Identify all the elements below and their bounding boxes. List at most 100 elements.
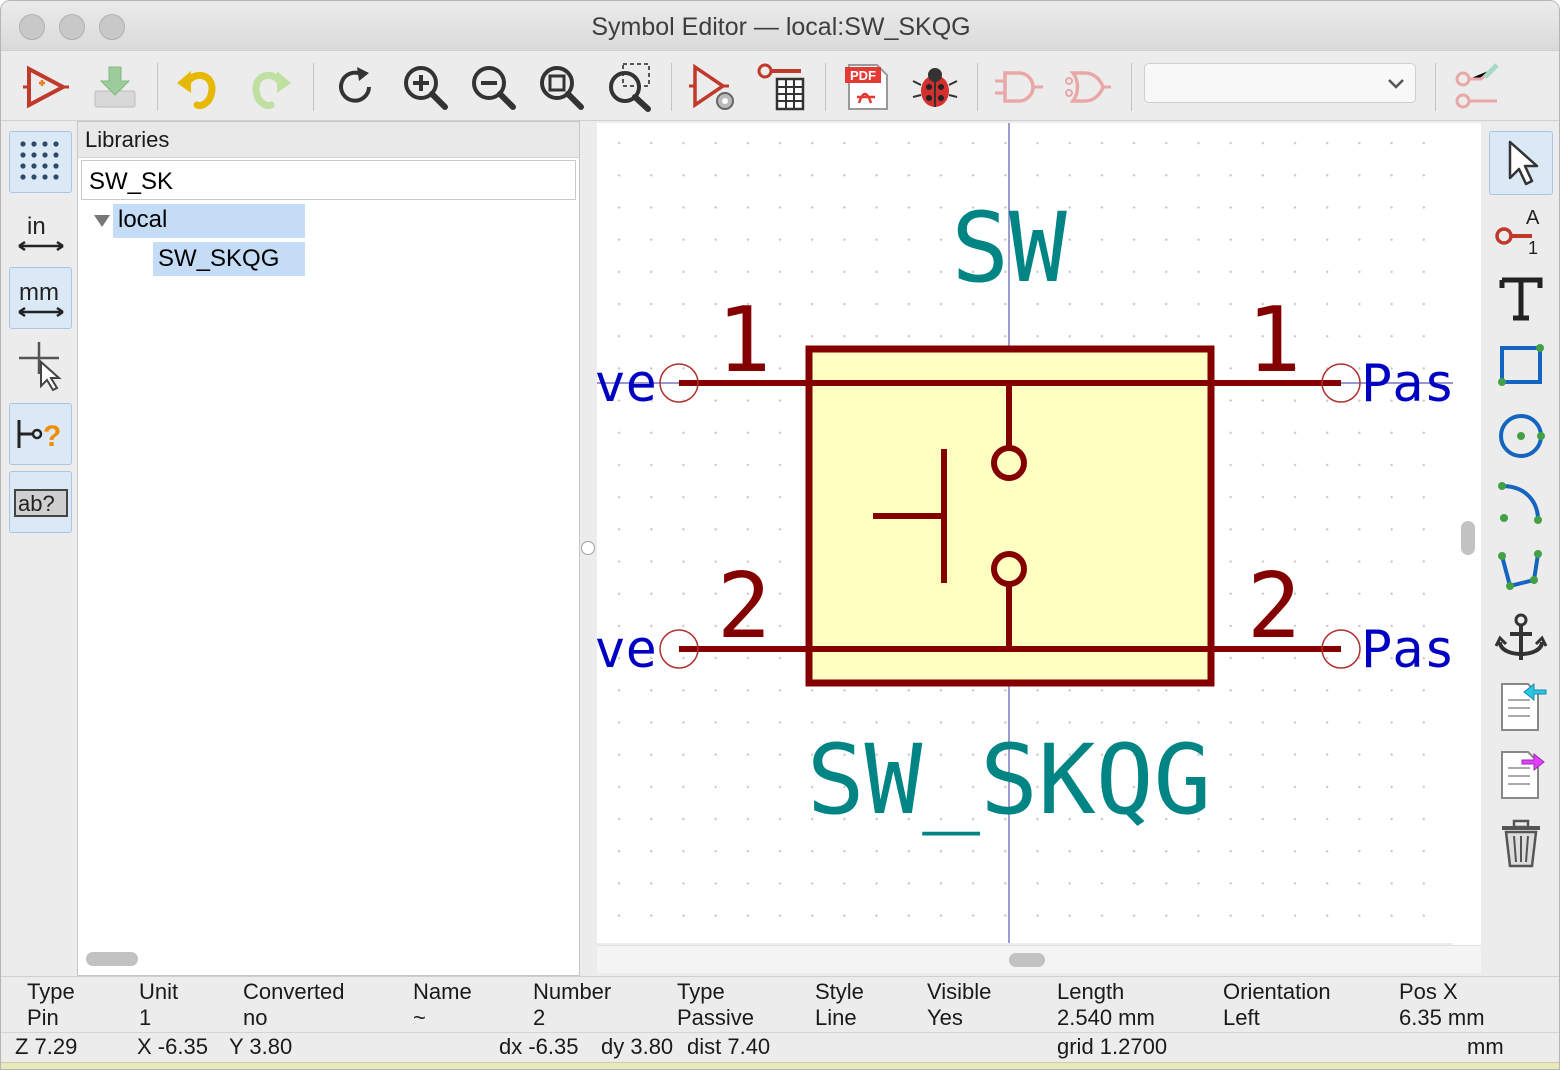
demorgan-normal-icon [995, 71, 1043, 103]
grid-icon [19, 141, 59, 180]
import-icon [1501, 682, 1547, 731]
msg-value: Left [1223, 1005, 1260, 1030]
msg-value: Line [815, 1005, 857, 1030]
pin-number-left-bottom: 2 [717, 554, 771, 659]
libraries-panel: Libraries SW_SK local SW_SKQG [77, 121, 580, 976]
pin-number-right-bottom: 2 [1247, 554, 1301, 659]
add-text-button[interactable] [1489, 267, 1553, 331]
pin-name-left-top: ve [597, 354, 657, 414]
erc-button[interactable] [907, 59, 963, 115]
svg-text:1: 1 [1528, 238, 1538, 258]
unit-select[interactable] [1144, 63, 1416, 103]
refresh-button[interactable] [327, 59, 383, 115]
msg-value: Yes [927, 1005, 963, 1030]
chevron-down-icon [1388, 79, 1404, 89]
export-pdf-button[interactable]: PDF [839, 59, 895, 115]
msg-label: Orientation [1223, 979, 1331, 1004]
zoom-in-icon [404, 66, 448, 110]
msg-label: Visible [927, 979, 992, 1004]
pin-name-icon: ab? [13, 489, 68, 517]
save-button[interactable] [87, 59, 143, 115]
canvas-vertical-scrollbar[interactable] [1453, 123, 1481, 945]
inch-units-button[interactable]: in [9, 201, 72, 263]
pin-icon: A1 [1495, 207, 1540, 258]
export-graphics-button[interactable] [1489, 743, 1553, 807]
right-toolbar: A1 [1485, 123, 1559, 975]
status-zoom: Z 7.29 [15, 1034, 78, 1059]
toggle-grid-button[interactable] [9, 131, 72, 193]
msg-label: Pos X [1399, 979, 1458, 1004]
pin-edit-button[interactable] [1449, 59, 1505, 115]
add-polyline-button[interactable] [1489, 539, 1553, 603]
delete-button[interactable] [1489, 811, 1553, 875]
pin-name-right-top: Pas [1361, 354, 1453, 414]
value-field[interactable]: SW_SKQG [807, 724, 1212, 836]
horizontal-scroll-thumb[interactable] [1009, 953, 1045, 967]
symbol-properties-button[interactable] [685, 59, 741, 115]
tree-item-symbol[interactable]: SW_SKQG [153, 242, 305, 276]
pin-name-right-bottom: Pas [1361, 620, 1453, 680]
svg-text:?: ? [43, 420, 61, 453]
canvas-horizontal-scrollbar[interactable] [597, 945, 1481, 973]
cursor-shape-button[interactable] [9, 335, 72, 397]
tree-expand-icon[interactable] [92, 208, 112, 236]
add-rectangle-button[interactable] [1489, 335, 1553, 399]
demorgan-normal-button[interactable] [991, 59, 1047, 115]
demorgan-alternate-button[interactable] [1059, 59, 1115, 115]
pin-name-button[interactable]: ab? [9, 471, 72, 533]
pin-table-button[interactable] [753, 59, 809, 115]
tree-item-library[interactable]: local [113, 204, 305, 238]
cursor-shape-icon [18, 342, 62, 392]
msg-value: 6.35 mm [1399, 1005, 1485, 1030]
pin-type-button[interactable]: ? [9, 403, 72, 465]
import-graphics-button[interactable] [1489, 675, 1553, 739]
msg-label: Converted [243, 979, 345, 1004]
libraries-horizontal-scrollbar[interactable] [86, 952, 138, 966]
pin-number-left-top: 1 [717, 288, 771, 393]
msg-value: 1 [139, 1005, 152, 1030]
zoom-selection-icon [609, 63, 651, 112]
library-filter-input[interactable]: SW_SK [81, 160, 576, 200]
redo-button[interactable] [241, 59, 297, 115]
msg-label: Number [533, 979, 612, 1004]
pin-type-icon: ? [17, 420, 61, 453]
add-arc-button[interactable] [1489, 471, 1553, 535]
msg-value: Pin [27, 1005, 59, 1030]
window-title: Symbol Editor — local:SW_SKQG [591, 13, 971, 41]
pin-number-right-top: 1 [1247, 288, 1301, 393]
pin-table-icon [757, 63, 805, 111]
add-circle-button[interactable] [1489, 403, 1553, 467]
status-grid: grid 1.2700 [1057, 1034, 1168, 1059]
undo-button[interactable] [171, 59, 227, 115]
title-bar: Symbol Editor — local:SW_SKQG [1, 1, 1559, 51]
zoom-fit-button[interactable] [533, 59, 589, 115]
status-dy: dy 3.80 [601, 1034, 674, 1059]
reference-field[interactable]: SW [951, 192, 1067, 304]
msg-value: 2 [533, 1005, 546, 1030]
set-anchor-button[interactable] [1489, 607, 1553, 671]
select-tool-button[interactable] [1489, 131, 1553, 195]
text-icon [1499, 277, 1543, 321]
add-pin-button[interactable]: A1 [1489, 199, 1553, 263]
arc-icon [1498, 482, 1542, 524]
save-icon [94, 66, 136, 108]
zoom-out-icon [472, 66, 516, 110]
undo-icon [177, 71, 216, 109]
zoom-out-button[interactable] [465, 59, 521, 115]
mm-units-icon: mm [17, 279, 64, 318]
erc-bug-icon [912, 68, 958, 107]
symbol-canvas[interactable]: SW SW_SKQG 1 2 1 2 ve ve Pas Pas [597, 123, 1453, 943]
status-units: mm [1467, 1034, 1504, 1059]
panel-splitter-handle[interactable] [581, 541, 595, 555]
pin-name-label: ab? [18, 491, 55, 516]
anchor-icon [1494, 613, 1548, 660]
zoom-fit-icon [540, 66, 584, 110]
zoom-selection-button[interactable] [601, 59, 657, 115]
libraries-header: Libraries [78, 122, 579, 158]
message-panel: Type Pin Unit 1 Converted no Name ~ Number 2 Type P… [1, 976, 1559, 1032]
new-symbol-button[interactable] [17, 59, 73, 115]
msg-label: Style [815, 979, 864, 1004]
vertical-scroll-thumb[interactable] [1461, 521, 1475, 555]
mm-units-button[interactable]: mm [9, 267, 72, 329]
zoom-in-button[interactable] [397, 59, 453, 115]
